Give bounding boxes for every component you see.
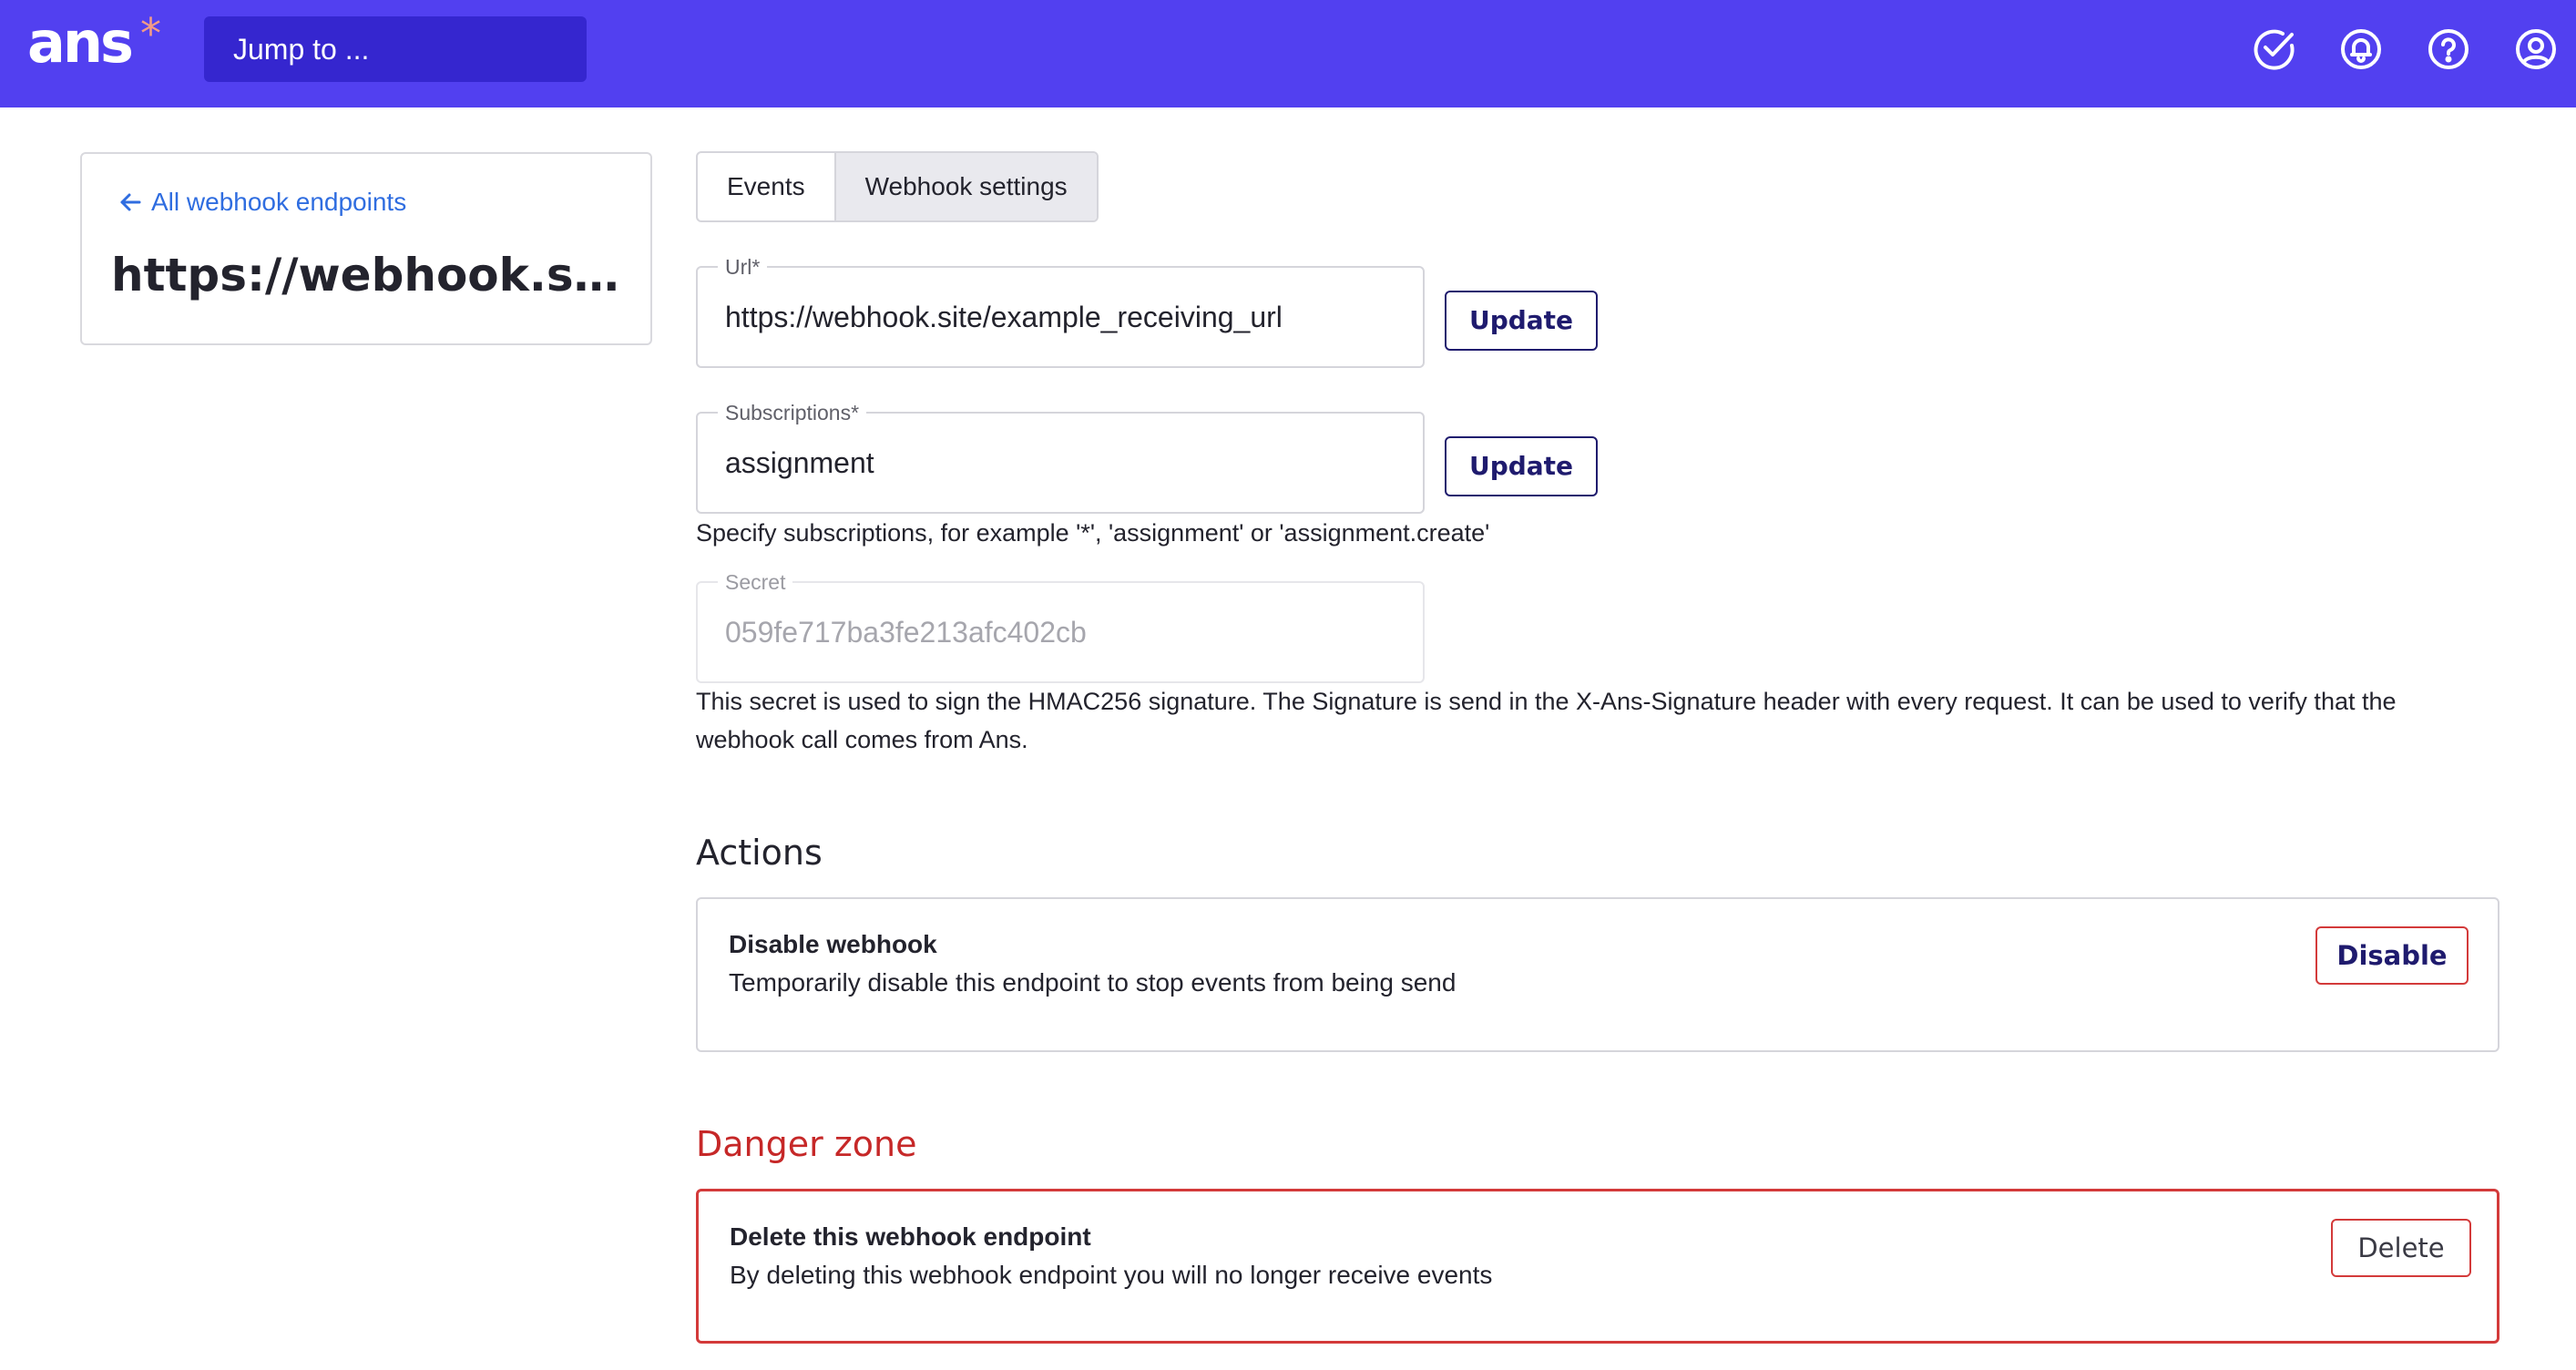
- tab-events[interactable]: Events: [698, 153, 834, 220]
- disable-button[interactable]: Disable: [2315, 926, 2469, 985]
- url-input[interactable]: [725, 268, 1399, 366]
- arrow-left-icon: [120, 193, 141, 211]
- actions-heading: Actions: [696, 833, 823, 873]
- back-to-endpoints-link[interactable]: All webhook endpoints: [115, 187, 406, 218]
- url-field: Url*: [696, 255, 1425, 368]
- secret-input: [725, 583, 1399, 681]
- update-subscriptions-button[interactable]: Update: [1445, 436, 1598, 496]
- check-circle-icon[interactable]: [2248, 24, 2299, 75]
- logo-asterisk: *: [140, 9, 161, 58]
- subscriptions-input[interactable]: [725, 414, 1399, 512]
- bell-icon[interactable]: [2336, 24, 2387, 75]
- settings-tabs: Events Webhook settings: [696, 151, 1099, 222]
- help-icon[interactable]: [2423, 24, 2474, 75]
- delete-button[interactable]: Delete: [2331, 1219, 2471, 1277]
- delete-endpoint-panel: Delete this webhook endpoint By deleting…: [696, 1189, 2499, 1344]
- delete-endpoint-title: Delete this webhook endpoint: [730, 1222, 1091, 1251]
- secret-help-text: This secret is used to sign the HMAC256 …: [696, 688, 2397, 753]
- back-link-label: All webhook endpoints: [151, 188, 407, 216]
- update-url-button[interactable]: Update: [1445, 291, 1598, 351]
- disable-webhook-title: Disable webhook: [729, 930, 937, 958]
- ans-logo[interactable]: ans: [27, 9, 134, 76]
- disable-webhook-panel: Disable webhook Temporarily disable this…: [696, 897, 2499, 1052]
- top-navigation-bar: ans * Jump to ...: [0, 0, 2576, 107]
- jump-to-search[interactable]: Jump to ...: [204, 16, 587, 82]
- delete-endpoint-description: By deleting this webhook endpoint you wi…: [730, 1261, 1493, 1289]
- secret-field: Secret: [696, 570, 1425, 683]
- danger-zone-heading: Danger zone: [696, 1124, 917, 1164]
- disable-webhook-description: Temporarily disable this endpoint to sto…: [729, 968, 1457, 997]
- endpoint-summary-card: All webhook endpoints https://webhook.si…: [80, 152, 652, 345]
- subscriptions-field: Subscriptions*: [696, 401, 1425, 514]
- user-icon[interactable]: [2510, 24, 2561, 75]
- tab-webhook-settings[interactable]: Webhook settings: [833, 153, 1097, 220]
- subscriptions-help-text: Specify subscriptions, for example '*', …: [696, 519, 1490, 547]
- endpoint-title: https://webhook.site/example_receiving_u…: [111, 249, 630, 302]
